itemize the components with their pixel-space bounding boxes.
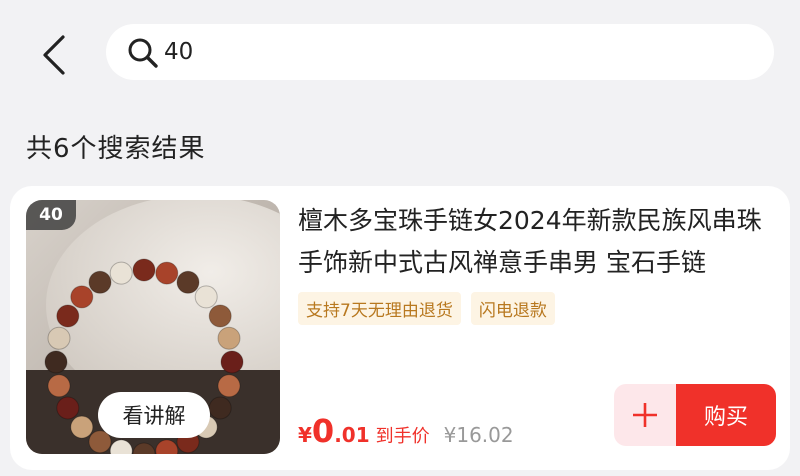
search-input[interactable] [164,24,744,80]
tag-fast-refund: 闪电退款 [470,292,555,325]
bracelet-bead [217,326,241,350]
product-title[interactable]: 檀木多宝珠手链女2024年新款民族风串珠手饰新中式古风禅意手串男 宝石手链 [298,200,772,284]
plus-icon [633,403,657,427]
bracelet-bead [208,396,232,420]
bracelet-bead [132,258,156,282]
bracelet-bead [44,350,68,374]
bracelet-bead [70,415,94,439]
rank-badge: 40 [26,200,76,230]
bracelet-bead [155,261,179,285]
bracelet-bead [47,374,71,398]
bracelet-bead [176,270,200,294]
bracelet-bead [56,304,80,328]
bracelet-bead [194,285,218,309]
bracelet-bead [70,285,94,309]
search-icon [126,36,160,70]
bracelet-bead [88,270,112,294]
price-currency: ¥ [298,423,312,447]
product-card[interactable]: 40 看讲解 檀木多宝珠手链女2024年新款民族风串珠手饰新中式古风禅意手串男 … [10,186,790,470]
price-decimal: .01 [334,423,370,447]
top-bar [0,0,800,100]
bracelet-bead [217,374,241,398]
bracelet-bead [109,261,133,285]
price-label: 到手价 [375,426,430,447]
original-price: ¥16.02 [443,423,514,447]
product-image[interactable]: 40 看讲解 [26,200,280,454]
bracelet-bead [208,304,232,328]
add-to-cart-button[interactable] [614,384,676,446]
bracelet-bead [56,396,80,420]
search-bar[interactable] [106,24,774,80]
bracelet-bead [47,326,71,350]
chevron-left-icon [43,35,65,75]
price-row: ¥ 0 .01 到手价 ¥16.02 [298,412,514,450]
service-tags: 支持7天无理由退货 闪电退款 [298,292,555,325]
buy-button[interactable]: 购买 [676,384,776,446]
back-button[interactable] [28,24,80,86]
tag-return-policy: 支持7天无理由退货 [298,292,461,325]
bracelet-bead [220,350,244,374]
price-integer: 0 [311,412,335,450]
result-count: 共6个搜索结果 [26,134,206,164]
explain-button[interactable]: 看讲解 [98,392,210,438]
